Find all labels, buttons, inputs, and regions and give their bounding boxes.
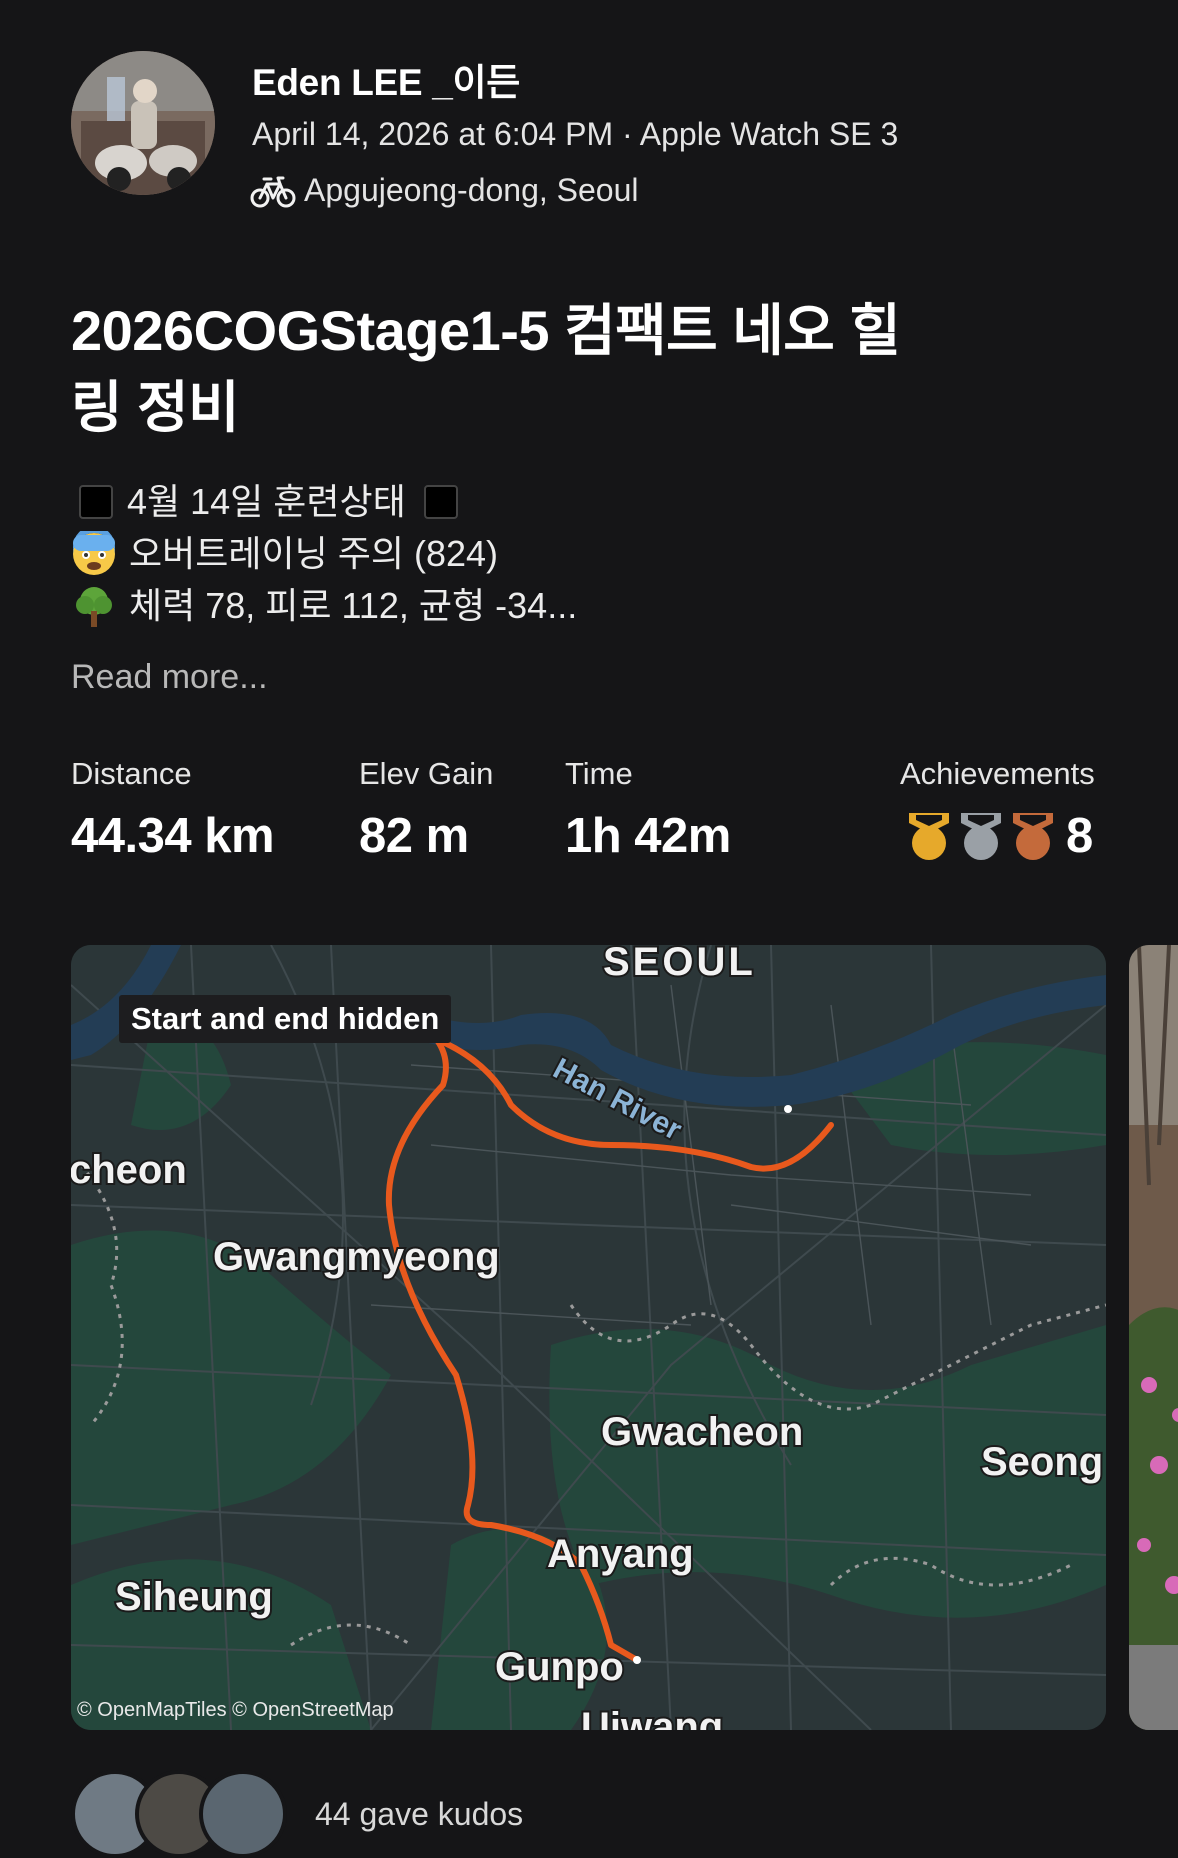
anxious-face-emoji-icon	[73, 531, 115, 575]
route-map[interactable]: SEOUL Han River cheon Gwangmyeong Gwache…	[71, 945, 1106, 1730]
kudo-avatar[interactable]	[199, 1770, 287, 1858]
activity-location: Apgujeong-dong, Seoul	[250, 172, 639, 209]
map-label-uiwang: Uiwang	[581, 1705, 723, 1730]
activity-datetime: April 14, 2026 at 6:04 PM	[252, 116, 614, 152]
device-name: Apple Watch SE 3	[639, 116, 899, 152]
description-line: 체력 78, 피로 112, 균형 -34...	[71, 580, 577, 632]
tree-emoji-icon	[76, 587, 112, 627]
gold-medal-icon	[909, 813, 949, 860]
achievements-count: 8	[1066, 809, 1094, 863]
map-label-anyang: Anyang	[547, 1532, 694, 1576]
athlete-name[interactable]: Eden LEE _이든	[252, 52, 520, 106]
description-line: 오버트레이닝 주의 (824)	[71, 528, 577, 580]
map-attribution[interactable]: © OpenMapTiles © OpenStreetMap	[77, 1699, 394, 1722]
time-value: 1h 42m	[565, 809, 731, 863]
black-square-icon	[79, 485, 113, 519]
black-square-icon	[423, 485, 458, 519]
activity-meta: April 14, 2026 at 6:04 PM · Apple Watch …	[252, 116, 898, 153]
privacy-badge: Start and end hidden	[119, 995, 452, 1043]
meta-separator: ·	[622, 116, 640, 152]
map-canvas: SEOUL Han River cheon Gwangmyeong Gwache…	[71, 945, 1106, 1730]
achievements-value[interactable]: 8	[906, 808, 1093, 864]
description-line: 4월 14일 훈련상태	[71, 476, 577, 528]
photo-thumbnail	[1129, 945, 1178, 1730]
activity-title[interactable]: 2026COGStage1-5 컴팩트 네오 힐링 정비	[71, 292, 931, 446]
elev-gain-value: 82 m	[359, 809, 469, 863]
map-label-seongnam: Seong	[981, 1440, 1103, 1484]
kudos-section[interactable]: 44 gave kudos	[71, 1770, 523, 1858]
map-label-bucheon: cheon	[71, 1148, 187, 1192]
map-label-gunpo: Gunpo	[495, 1645, 624, 1689]
distance-value: 44.34 km	[71, 809, 275, 863]
bicycle-icon	[250, 176, 296, 207]
distance-label: Distance	[71, 756, 192, 791]
map-label-seoul: SEOUL	[603, 945, 756, 984]
read-more-link[interactable]: Read more...	[71, 658, 268, 697]
description-text: 체력 78, 피로 112, 균형 -34...	[129, 585, 578, 626]
activity-description: 4월 14일 훈련상태 오버트레이닝 주의 (824) 체력 78, 피로 11…	[71, 476, 577, 632]
achievements-label: Achievements	[900, 756, 1095, 791]
location-text: Apgujeong-dong, Seoul	[304, 172, 639, 208]
description-text: 4월 14일 훈련상태	[127, 481, 406, 522]
activity-photo[interactable]	[1129, 945, 1178, 1730]
description-text: 오버트레이닝 주의 (824)	[129, 533, 499, 574]
time-label: Time	[565, 756, 633, 791]
kudos-count[interactable]: 44 gave kudos	[315, 1796, 523, 1833]
map-label-siheung: Siheung	[115, 1575, 273, 1619]
map-label-gwangmyeong: Gwangmyeong	[213, 1235, 500, 1279]
elev-gain-label: Elev Gain	[359, 756, 494, 791]
map-label-gwacheon: Gwacheon	[601, 1410, 803, 1454]
silver-medal-icon	[961, 813, 1001, 860]
athlete-avatar[interactable]	[71, 51, 215, 195]
bronze-medal-icon	[1013, 813, 1053, 860]
